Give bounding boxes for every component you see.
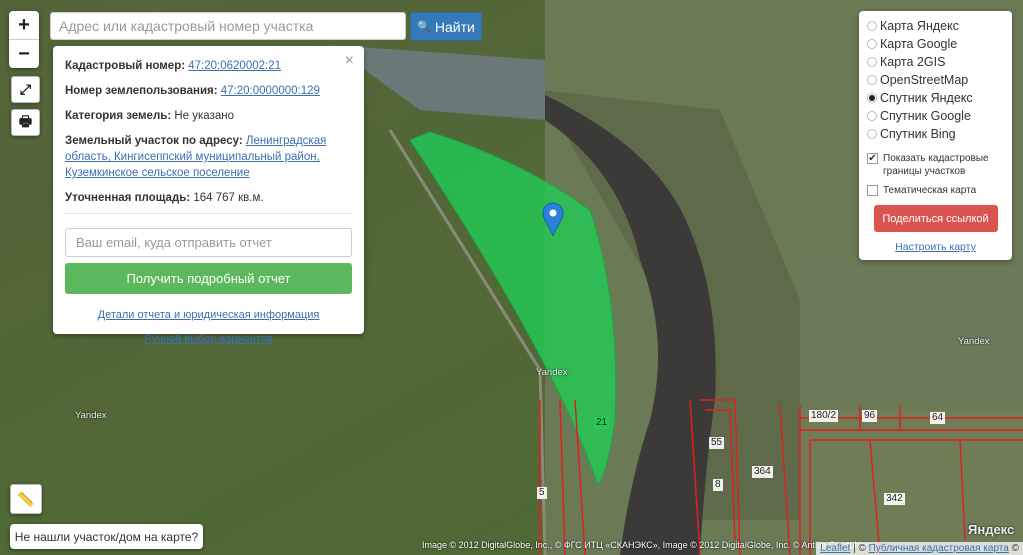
search-icon: 🔍 xyxy=(417,21,431,33)
radio-unselected-icon xyxy=(867,21,877,31)
checkbox-checked-icon: ✔ xyxy=(867,152,878,164)
layer-option[interactable]: Карта 2GIS xyxy=(867,53,1004,71)
cadastral-borders-label: Показать кадастровые границы участков xyxy=(883,153,989,177)
share-link-button[interactable]: Поделиться ссылкой xyxy=(873,205,998,232)
parcel-label: 180/2 xyxy=(809,410,839,422)
parcel-label: 364 xyxy=(752,466,773,478)
layer-option[interactable]: Спутник Яндекс xyxy=(867,89,1004,107)
divider xyxy=(65,213,352,214)
radio-unselected-icon xyxy=(867,129,877,139)
email-field[interactable] xyxy=(65,228,352,257)
layer-option-label: Спутник Google xyxy=(880,109,971,123)
area-label: Уточненная площадь: xyxy=(65,192,191,204)
leaflet-link[interactable]: Leaflet xyxy=(820,543,850,554)
copyright-symbol: © xyxy=(1008,543,1019,554)
attribution-separator: | © xyxy=(850,543,869,554)
layer-switcher: Карта Яндекс Карта Google Карта 2GIS OpenSt… xyxy=(859,11,1012,260)
print-icon[interactable]: 🖶 xyxy=(11,109,40,136)
layer-option[interactable]: Карта Google xyxy=(867,35,1004,53)
map-label: Yandex xyxy=(958,336,990,347)
find-button[interactable]: 🔍 Найти xyxy=(410,12,482,41)
find-button-label: Найти xyxy=(434,18,475,35)
search-input[interactable] xyxy=(50,12,406,40)
zoom-out-button[interactable]: − xyxy=(9,40,39,68)
thematic-map-label: Тематическая карта xyxy=(883,185,977,196)
land-use-number-label: Номер землепользования: xyxy=(65,85,218,97)
yandex-logo: Яндекс xyxy=(968,522,1015,537)
zoom-control: + − xyxy=(9,11,39,68)
leaflet-attribution: Leaflet | © Публичная кадастровая карта … xyxy=(816,542,1023,555)
imagery-attribution: Image © 2012 DigitalGlobe, Inc., © ФГС И… xyxy=(422,540,872,550)
thematic-map-checkbox[interactable]: Тематическая карта xyxy=(867,184,1004,197)
cadastral-borders-checkbox[interactable]: ✔ Показать кадастровые границы участков xyxy=(867,152,1004,178)
radio-unselected-icon xyxy=(867,75,877,85)
fullscreen-icon[interactable]: ⤢ xyxy=(11,76,40,103)
layer-option[interactable]: Спутник Bing xyxy=(867,125,1004,143)
address-label: Земельный участок по адресу: xyxy=(65,135,243,147)
cadastral-number-link[interactable]: 47:20:0620002:21 xyxy=(188,60,281,72)
layer-option-label: Карта Яндекс xyxy=(880,19,959,33)
parcel-label: 342 xyxy=(884,493,905,505)
parcel-info-popup: × Кадастровый номер: 47:20:0620002:21 Но… xyxy=(53,46,364,345)
radio-unselected-icon xyxy=(867,57,877,67)
layer-option-label: Спутник Bing xyxy=(880,127,956,141)
parcel-label: 96 xyxy=(862,410,878,422)
parcel-label: 8 xyxy=(713,479,723,491)
configure-map-link[interactable]: Настроить карту xyxy=(895,241,976,253)
land-use-number-link[interactable]: 47:20:0000000:129 xyxy=(221,85,320,97)
layer-option-label: Спутник Яндекс xyxy=(880,91,973,105)
map-label: Yandex xyxy=(536,367,568,378)
cadastral-number-label: Кадастровый номер: xyxy=(65,60,186,72)
map-label: Yandex xyxy=(75,410,107,421)
layer-option[interactable]: Карта Яндекс xyxy=(867,17,1004,35)
parcel-label: 21 xyxy=(594,417,610,429)
layer-option-label: OpenStreetMap xyxy=(880,73,969,87)
checkbox-unchecked-icon xyxy=(867,185,878,196)
close-icon[interactable]: × xyxy=(345,52,354,70)
ruler-icon[interactable]: 📏 xyxy=(10,484,42,514)
radio-unselected-icon xyxy=(867,111,877,121)
parcel-label: 5 xyxy=(537,487,547,499)
radio-selected-icon xyxy=(867,93,877,103)
parcel-label: 55 xyxy=(709,437,725,449)
layer-option-label: Карта 2GIS xyxy=(880,55,946,69)
layer-option[interactable]: Спутник Google xyxy=(867,107,1004,125)
layer-option-label: Карта Google xyxy=(880,37,958,51)
public-cadastral-map-link[interactable]: Публичная кадастровая карта xyxy=(869,543,1009,554)
zoom-in-button[interactable]: + xyxy=(9,11,39,40)
area-value: 164 767 кв.м. xyxy=(193,192,264,204)
land-category-value: Не указано xyxy=(174,110,234,122)
land-category-label: Категория земель: xyxy=(65,110,172,122)
radio-unselected-icon xyxy=(867,39,877,49)
report-details-link[interactable]: Детали отчета и юридическая информация xyxy=(98,309,320,321)
manual-selection-link[interactable]: Ручной выбор вариантов xyxy=(144,333,272,345)
layer-option[interactable]: OpenStreetMap xyxy=(867,71,1004,89)
get-report-button[interactable]: Получить подробный отчет xyxy=(65,263,352,294)
parcel-label: 64 xyxy=(930,412,946,424)
not-found-button[interactable]: Не нашли участок/дом на карте? xyxy=(10,524,203,549)
